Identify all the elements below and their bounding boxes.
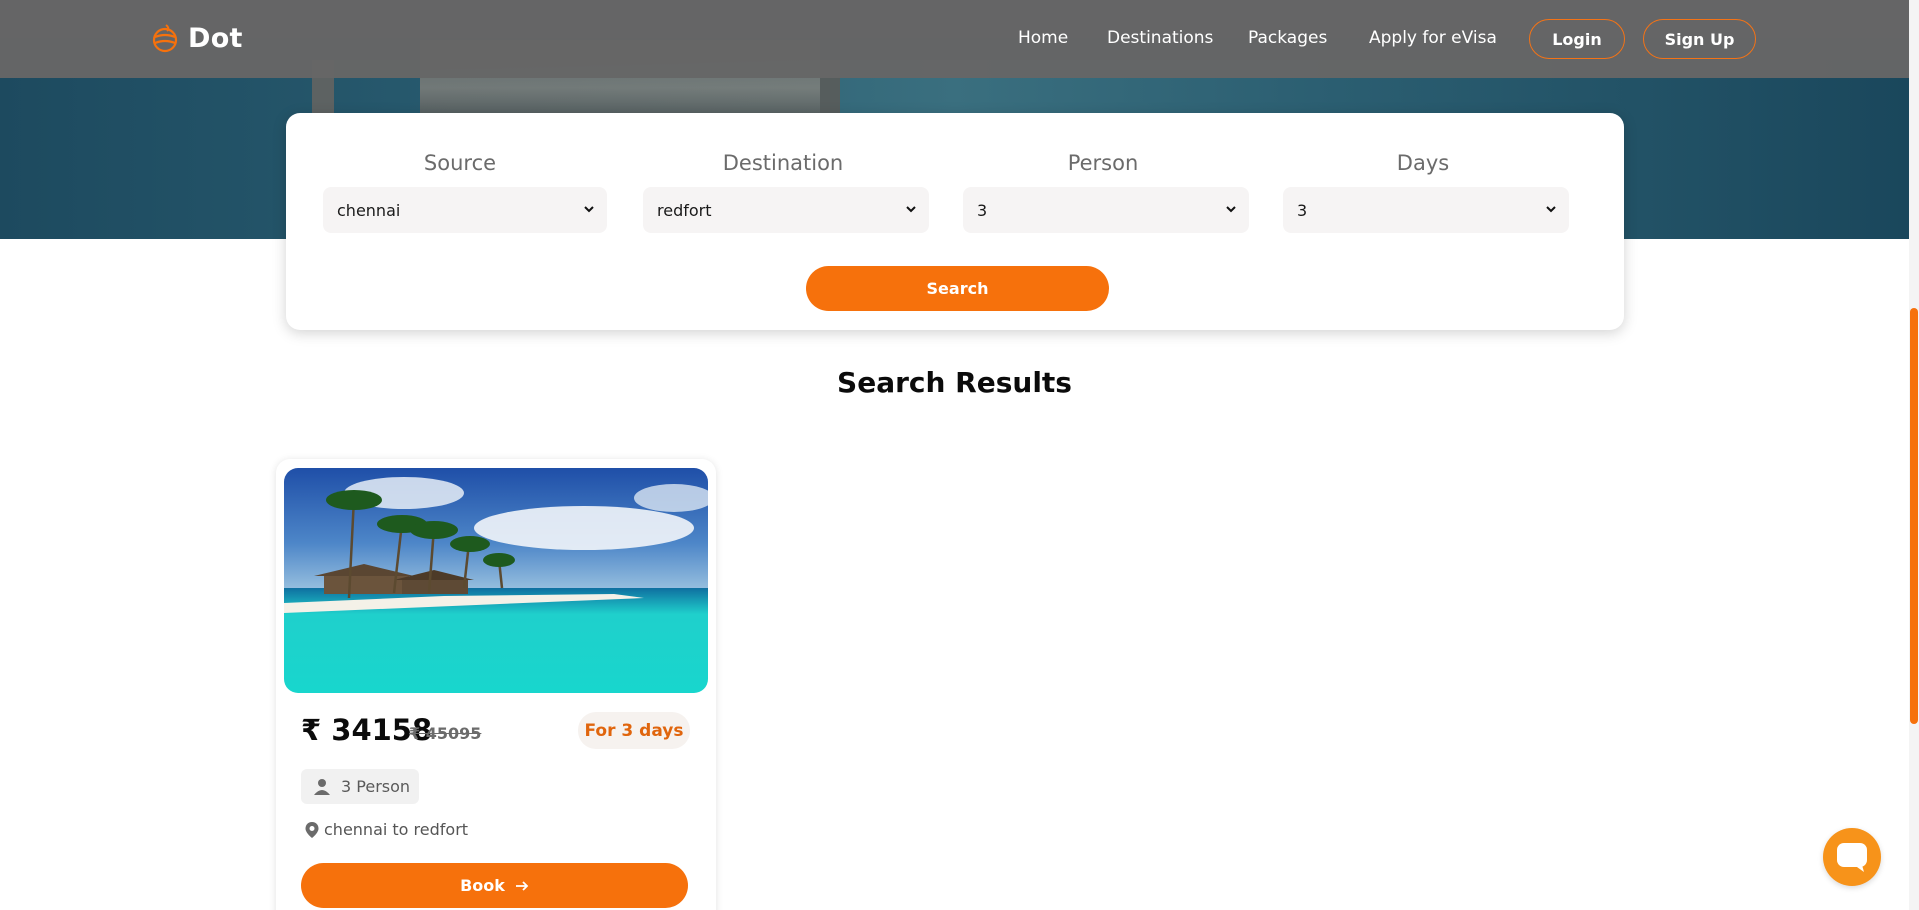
scrollbar-thumb[interactable]	[1910, 308, 1918, 724]
route-text: chennai to redfort	[324, 820, 469, 839]
brand-name: Dot	[188, 22, 243, 54]
price-original: ₹ 45095	[409, 724, 482, 743]
days-select[interactable]: 3	[1283, 187, 1569, 233]
beach-image	[284, 468, 708, 693]
days-value: 3	[1297, 200, 1308, 220]
top-navbar: Dot Home Destinations Packages Apply for…	[0, 0, 1909, 78]
location-pin-icon	[305, 821, 319, 838]
chat-icon	[1837, 843, 1867, 872]
destination-label: Destination	[722, 151, 844, 175]
source-label: Source	[423, 151, 497, 175]
book-button[interactable]: Book	[301, 863, 688, 908]
brand-logo[interactable]: Dot	[150, 20, 243, 56]
nav-packages[interactable]: Packages	[1248, 28, 1327, 48]
nav-home[interactable]: Home	[1018, 28, 1068, 48]
arrow-right-icon	[515, 880, 529, 891]
person-select[interactable]: 3	[963, 187, 1249, 233]
results-title: Search Results	[837, 366, 1072, 399]
source-select[interactable]: chennai	[323, 187, 607, 233]
search-button[interactable]: Search	[806, 266, 1109, 311]
days-label: Days	[1396, 151, 1450, 175]
chevron-down-icon	[906, 206, 916, 213]
chevron-down-icon	[584, 206, 594, 213]
route-info: chennai to redfort	[304, 820, 468, 839]
person-badge: 3 Person	[301, 769, 419, 804]
globe-logo-icon	[152, 24, 178, 53]
chat-widget-button[interactable]	[1823, 828, 1881, 886]
person-icon	[314, 778, 330, 795]
duration-badge: For 3 days	[578, 712, 690, 749]
login-button[interactable]: Login	[1529, 19, 1625, 59]
person-count: 3 Person	[341, 777, 411, 796]
search-panel: Source Destination Person Days chennai r…	[286, 113, 1624, 330]
destination-value: redfort	[657, 200, 712, 220]
nav-apply-evisa[interactable]: Apply for eVisa	[1369, 28, 1497, 48]
page-scrollbar[interactable]	[1909, 0, 1919, 910]
destination-select[interactable]: redfort	[643, 187, 929, 233]
person-value: 3	[977, 200, 988, 220]
book-label: Book	[460, 876, 505, 895]
signup-button[interactable]: Sign Up	[1643, 19, 1756, 59]
person-label: Person	[1067, 151, 1139, 175]
source-value: chennai	[337, 200, 401, 220]
nav-destinations[interactable]: Destinations	[1107, 28, 1213, 48]
chevron-down-icon	[1546, 206, 1556, 213]
package-image	[284, 468, 708, 693]
chevron-down-icon	[1226, 206, 1236, 213]
package-card[interactable]: ₹ 34158 ₹ 45095 For 3 days 3 Person chen…	[276, 459, 716, 910]
